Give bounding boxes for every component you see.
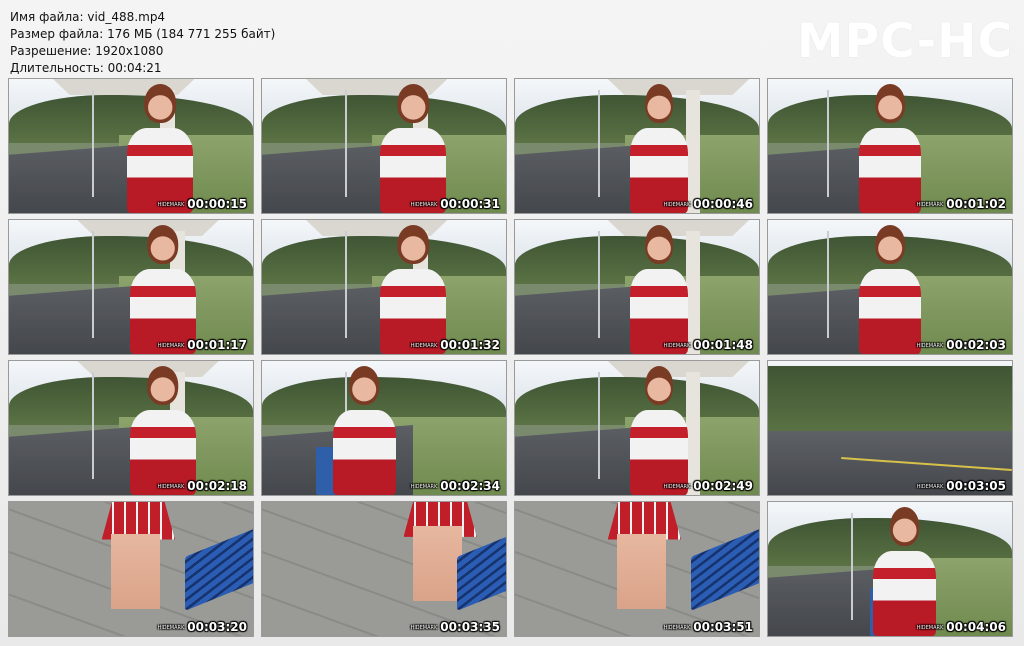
- thumbnail-timestamp: HIDEMARK 00:00:15: [158, 197, 247, 211]
- thumbnail-watermark: HIDEMARK: [663, 483, 691, 490]
- thumbnail-time: 00:00:31: [440, 197, 500, 211]
- thumbnail-timestamp: HIDEMARK 00:01:02: [917, 197, 1006, 211]
- video-thumbnail[interactable]: HIDEMARK 00:02:18: [8, 360, 254, 496]
- thumbnail-watermark: HIDEMARK: [916, 201, 944, 208]
- file-duration: Длительность: 00:04:21: [10, 61, 162, 75]
- thumbnail-time: 00:02:34: [440, 479, 500, 493]
- thumbnail-time: 00:01:17: [187, 338, 247, 352]
- thumbnail-watermark: HIDEMARK: [916, 342, 944, 349]
- thumbnail-timestamp: HIDEMARK 00:00:31: [411, 197, 500, 211]
- thumbnail-grid: HIDEMARK 00:00:15 HIDEMARK 00:00:31 HIDEMARK…: [8, 78, 1013, 637]
- thumbnail-time: 00:03:05: [946, 479, 1006, 493]
- thumbnail-watermark: HIDEMARK: [410, 201, 438, 208]
- file-info: Имя файла: vid_488.mp4 Размер файла: 176…: [10, 9, 275, 77]
- thumbnail-watermark: HIDEMARK: [410, 342, 438, 349]
- video-thumbnail[interactable]: HIDEMARK 00:02:34: [261, 360, 507, 496]
- thumbnail-time: 00:01:48: [693, 338, 753, 352]
- thumbnail-watermark: HIDEMARK: [157, 624, 185, 631]
- thumbnail-timestamp: HIDEMARK 00:02:18: [158, 479, 247, 493]
- thumbnail-watermark: HIDEMARK: [916, 483, 944, 490]
- video-thumbnail[interactable]: HIDEMARK 00:00:15: [8, 78, 254, 214]
- thumbnail-timestamp: HIDEMARK 00:04:06: [917, 620, 1006, 634]
- thumbnail-time: 00:01:32: [440, 338, 500, 352]
- video-thumbnail[interactable]: HIDEMARK 00:02:49: [514, 360, 760, 496]
- thumbnail-time: 00:01:02: [946, 197, 1006, 211]
- video-thumbnail[interactable]: HIDEMARK 00:01:02: [767, 78, 1013, 214]
- video-thumbnail[interactable]: HIDEMARK 00:02:03: [767, 219, 1013, 355]
- video-thumbnail[interactable]: HIDEMARK 00:01:48: [514, 219, 760, 355]
- thumbnail-watermark: HIDEMARK: [663, 624, 691, 631]
- thumbnail-time: 00:03:51: [693, 620, 753, 634]
- thumbnail-timestamp: HIDEMARK 00:01:48: [664, 338, 753, 352]
- thumbnail-time: 00:02:18: [187, 479, 247, 493]
- video-thumbnail[interactable]: HIDEMARK 00:04:06: [767, 501, 1013, 637]
- video-thumbnail[interactable]: HIDEMARK 00:03:20: [8, 501, 254, 637]
- thumbnail-watermark: HIDEMARK: [410, 483, 438, 490]
- thumbnail-time: 00:00:15: [187, 197, 247, 211]
- file-resolution: Разрешение: 1920x1080: [10, 44, 164, 58]
- thumbnail-watermark: HIDEMARK: [157, 201, 185, 208]
- thumbnail-timestamp: HIDEMARK 00:01:17: [158, 338, 247, 352]
- video-thumbnail[interactable]: HIDEMARK 00:03:35: [261, 501, 507, 637]
- thumbnail-time: 00:00:46: [693, 197, 753, 211]
- thumbnail-watermark: HIDEMARK: [663, 201, 691, 208]
- file-name: Имя файла: vid_488.mp4: [10, 10, 166, 24]
- thumbnail-time: 00:02:49: [693, 479, 753, 493]
- thumbnail-time: 00:04:06: [946, 620, 1006, 634]
- video-thumbnail[interactable]: HIDEMARK 00:01:17: [8, 219, 254, 355]
- thumbnail-timestamp: HIDEMARK 00:01:32: [411, 338, 500, 352]
- thumbnail-time: 00:02:03: [946, 338, 1006, 352]
- thumbnail-timestamp: HIDEMARK 00:02:34: [411, 479, 500, 493]
- mpc-hc-logo: MPC-HC: [796, 14, 1013, 69]
- thumbnail-watermark: HIDEMARK: [410, 624, 438, 631]
- video-thumbnail[interactable]: HIDEMARK 00:00:31: [261, 78, 507, 214]
- thumbnail-watermark: HIDEMARK: [916, 624, 944, 631]
- video-thumbnail[interactable]: HIDEMARK 00:03:05: [767, 360, 1013, 496]
- thumbnail-timestamp: HIDEMARK 00:02:03: [917, 338, 1006, 352]
- thumbnail-time: 00:03:20: [187, 620, 247, 634]
- thumbnail-timestamp: HIDEMARK 00:02:49: [664, 479, 753, 493]
- video-thumbnail[interactable]: HIDEMARK 00:00:46: [514, 78, 760, 214]
- thumbnail-watermark: HIDEMARK: [157, 483, 185, 490]
- thumbnail-watermark: HIDEMARK: [157, 342, 185, 349]
- thumbnail-timestamp: HIDEMARK 00:03:05: [917, 479, 1006, 493]
- thumbnail-time: 00:03:35: [440, 620, 500, 634]
- thumbnail-timestamp: HIDEMARK 00:03:51: [664, 620, 753, 634]
- video-thumbnail[interactable]: HIDEMARK 00:03:51: [514, 501, 760, 637]
- thumbnail-timestamp: HIDEMARK 00:03:35: [411, 620, 500, 634]
- thumbnail-timestamp: HIDEMARK 00:03:20: [158, 620, 247, 634]
- thumbnail-watermark: HIDEMARK: [663, 342, 691, 349]
- thumbnail-timestamp: HIDEMARK 00:00:46: [664, 197, 753, 211]
- file-size: Размер файла: 176 МБ (184 771 255 байт): [10, 27, 276, 41]
- video-thumbnail[interactable]: HIDEMARK 00:01:32: [261, 219, 507, 355]
